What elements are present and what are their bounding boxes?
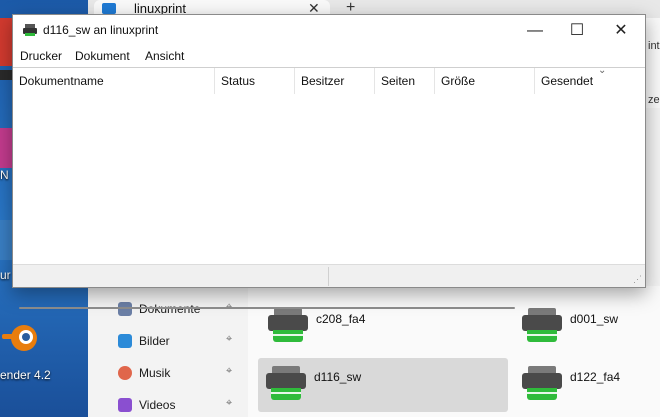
column-header-gesendet[interactable]: Gesendet bbox=[535, 68, 645, 94]
column-header-groesse[interactable]: Größe bbox=[435, 68, 535, 94]
maximize-button[interactable]: ☐ bbox=[557, 15, 597, 46]
printer-name: d116_sw bbox=[314, 370, 362, 384]
status-segment bbox=[13, 267, 329, 286]
column-header-dokumentname[interactable]: Dokumentname bbox=[13, 68, 215, 94]
printer-name: d001_sw bbox=[570, 312, 619, 326]
pictures-icon bbox=[118, 334, 132, 348]
desktop-icon-label: ender 4.2 bbox=[0, 368, 51, 382]
pin-icon: ⌖ bbox=[226, 365, 233, 377]
column-header-besitzer[interactable]: Besitzer bbox=[295, 68, 375, 94]
printer-name: d122_fa4 bbox=[570, 370, 621, 384]
sidebar-item-label: Videos bbox=[139, 398, 176, 412]
sidebar-item-musik[interactable]: Musik ⌖ bbox=[118, 362, 244, 386]
print-queue-window: d116_sw an linuxprint — ☐ ✕ Drucker Doku… bbox=[12, 14, 646, 309]
printer-name: c208_fa4 bbox=[316, 312, 366, 326]
app-icon[interactable] bbox=[0, 18, 12, 66]
title-bar[interactable]: d116_sw an linuxprint — ☐ ✕ bbox=[13, 15, 645, 46]
music-icon bbox=[118, 366, 132, 380]
status-bar: ⋰ bbox=[13, 264, 645, 287]
app-icon[interactable] bbox=[0, 70, 12, 80]
column-header-seiten[interactable]: Seiten bbox=[375, 68, 435, 94]
printer-tile-d122-fa4[interactable]: d122_fa4 bbox=[514, 358, 654, 412]
app-icon[interactable] bbox=[0, 220, 12, 260]
status-segment bbox=[329, 267, 629, 286]
desktop-icon-label: ur bbox=[0, 268, 11, 282]
horizontal-scrollbar[interactable] bbox=[17, 302, 641, 314]
scrollbar-thumb[interactable] bbox=[19, 307, 515, 309]
menu-bar: Drucker Dokument Ansicht bbox=[13, 46, 645, 67]
menu-dokument[interactable]: Dokument bbox=[75, 49, 130, 63]
printer-icon bbox=[266, 366, 306, 402]
monitor-icon bbox=[102, 3, 116, 14]
menu-drucker[interactable]: Drucker bbox=[20, 49, 62, 63]
sidebar-item-label: Musik bbox=[139, 366, 171, 380]
printer-icon bbox=[23, 24, 37, 36]
menu-ansicht[interactable]: Ansicht bbox=[145, 49, 184, 63]
desktop-icon-label: N bbox=[0, 168, 9, 182]
sidebar-item-label: Bilder bbox=[139, 334, 170, 348]
blender-icon[interactable] bbox=[0, 318, 42, 356]
window-title: d116_sw an linuxprint bbox=[43, 23, 159, 37]
close-button[interactable]: ✕ bbox=[601, 15, 641, 46]
app-icon[interactable] bbox=[0, 128, 12, 168]
minimize-button[interactable]: — bbox=[515, 15, 555, 46]
sort-caret-icon: ⌄ bbox=[598, 65, 607, 76]
pin-icon: ⌖ bbox=[226, 333, 233, 345]
sidebar-item-videos[interactable]: Videos ⌖ bbox=[118, 394, 244, 417]
column-header-status[interactable]: Status bbox=[215, 68, 295, 94]
toolbar-edge-label: int bbox=[648, 40, 660, 52]
videos-icon bbox=[118, 398, 132, 412]
job-list[interactable]: Dokumentname Status Besitzer Seiten Größ… bbox=[13, 65, 645, 309]
pin-icon: ⌖ bbox=[226, 397, 233, 409]
resize-grip-icon[interactable]: ⋰ bbox=[633, 274, 642, 285]
toolbar-edge-label: zei bbox=[648, 94, 660, 106]
printer-icon bbox=[522, 366, 562, 402]
sidebar-item-bilder[interactable]: Bilder ⌖ bbox=[118, 330, 244, 354]
printer-tile-d116-sw[interactable]: d116_sw bbox=[258, 358, 508, 412]
